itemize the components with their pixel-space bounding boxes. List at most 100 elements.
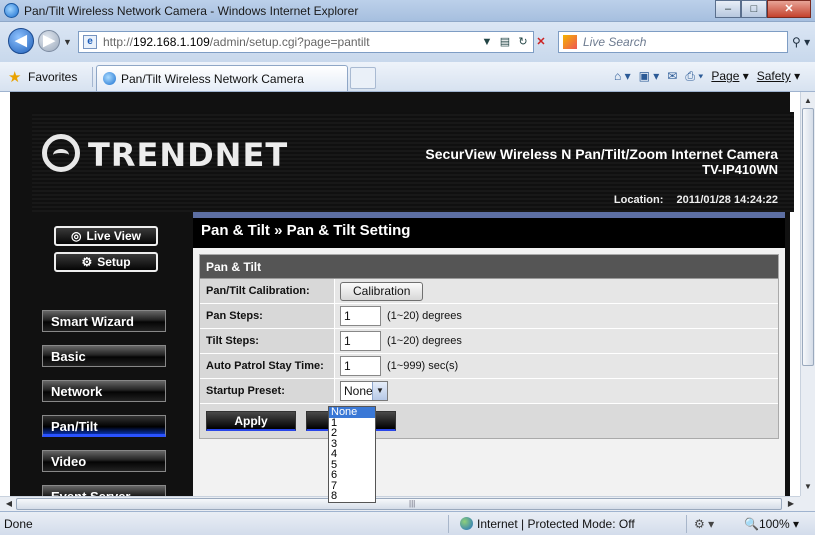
pan-steps-input[interactable]: 1	[340, 306, 381, 326]
trendnet-logo-icon	[42, 134, 80, 172]
patrol-time-input[interactable]: 1	[340, 356, 381, 376]
feeds-icon[interactable]: ▣ ▾	[639, 69, 660, 84]
page-header: TRENDNET SecurView Wireless N Pan/Tilt/Z…	[32, 112, 794, 212]
address-url: http://192.168.1.109/admin/setup.cgi?pag…	[103, 35, 370, 49]
globe-icon	[460, 517, 473, 530]
main-content: Pan & Tilt » Pan & Tilt Setting Pan & Ti…	[193, 212, 785, 496]
startup-preset-options: None 1 2 3 4 5 6 7 8	[328, 406, 376, 503]
tilt-steps-label: Tilt Steps:	[200, 329, 335, 353]
preset-option[interactable]: 6	[329, 470, 375, 481]
sidebar-item-video[interactable]: Video	[42, 450, 166, 472]
security-zone-label: Internet | Protected Mode: Off	[477, 517, 635, 531]
scroll-left-icon[interactable]: ◀	[2, 497, 16, 511]
status-bar: Done Internet | Protected Mode: Off ⚙ ▾ …	[0, 511, 815, 535]
vertical-scrollbar[interactable]: ▲ ▼	[800, 92, 815, 496]
startup-preset-value: None	[344, 384, 373, 398]
print-icon[interactable]: ⎙ ▾	[685, 69, 703, 84]
window-titlebar: Pan/Tilt Wireless Network Camera - Windo…	[0, 0, 815, 22]
product-name: SecurView Wireless N Pan/Tilt/Zoom Inter…	[425, 146, 778, 162]
security-zone[interactable]: Internet | Protected Mode: Off	[460, 517, 635, 531]
refresh-icon[interactable]: ↻	[514, 31, 532, 53]
camera-page: TRENDNET SecurView Wireless N Pan/Tilt/Z…	[10, 92, 794, 496]
sidebar-item-basic[interactable]: Basic	[42, 345, 166, 367]
product-title: SecurView Wireless N Pan/Tilt/Zoom Inter…	[425, 146, 778, 177]
scroll-right-icon[interactable]: ▶	[784, 497, 798, 511]
patrol-time-row: Auto Patrol Stay Time: 1 (1~999) sec(s)	[200, 354, 778, 379]
browser-viewport: TRENDNET SecurView Wireless N Pan/Tilt/Z…	[0, 92, 800, 496]
window-controls: – □ ✕	[715, 0, 811, 19]
horizontal-scrollbar[interactable]: ◀ ||| ▶	[0, 496, 800, 511]
apply-button[interactable]: Apply	[206, 411, 296, 431]
page-icon: e	[83, 35, 97, 49]
history-dropdown-icon[interactable]: ▼	[63, 37, 72, 47]
location-info: Location: 2011/01/28 14:24:22	[604, 194, 778, 206]
chevron-down-icon[interactable]: ▼	[372, 382, 387, 400]
setup-button[interactable]: ⚙ Setup	[54, 252, 158, 272]
sidebar-item-network[interactable]: Network	[42, 380, 166, 402]
scroll-up-icon[interactable]: ▲	[801, 94, 815, 108]
preset-option[interactable]: 8	[329, 491, 375, 502]
scroll-down-icon[interactable]: ▼	[801, 480, 815, 494]
gear-icon: ⚙	[81, 255, 93, 269]
calibration-button[interactable]: Calibration	[340, 281, 424, 301]
page-menu[interactable]: Page ▾	[711, 69, 748, 84]
stop-icon[interactable]: ✕	[532, 31, 550, 53]
zoom-level: 100%	[758, 517, 790, 531]
address-input[interactable]: e http://192.168.1.109/admin/setup.cgi?p…	[78, 31, 534, 53]
address-dropdown-icon[interactable]: ▼	[478, 31, 496, 53]
patrol-time-label: Auto Patrol Stay Time:	[200, 354, 335, 378]
pan-steps-row: Pan Steps: 1 (1~20) degrees	[200, 304, 778, 329]
sidebar-item-smart-wizard[interactable]: Smart Wizard	[42, 310, 166, 332]
compatibility-icon[interactable]: ▤	[496, 31, 514, 53]
grip-icon: |||	[409, 499, 416, 508]
search-placeholder: Live Search	[583, 35, 647, 49]
mail-icon[interactable]: ✉	[667, 69, 677, 84]
pan-tilt-panel: Pan & Tilt Pan/Tilt Calibration: Calibra…	[199, 254, 779, 439]
tilt-steps-input[interactable]: 1	[340, 331, 381, 351]
page-title: Pan & Tilt » Pan & Tilt Setting	[193, 218, 785, 248]
new-tab-button[interactable]	[350, 67, 376, 89]
search-input[interactable]: Live Search	[558, 31, 788, 53]
sidebar: ◎ Live View ⚙ Setup Smart Wizard Basic Net…	[32, 212, 182, 496]
close-button[interactable]: ✕	[767, 0, 811, 18]
back-button[interactable]: ◀	[8, 28, 34, 54]
pan-steps-label: Pan Steps:	[200, 304, 335, 328]
preset-option[interactable]: None	[329, 407, 375, 418]
horizontal-scroll-thumb[interactable]: |||	[16, 498, 782, 510]
brand-logo: TRENDNET	[88, 136, 289, 174]
divider	[448, 515, 449, 533]
settings-icon[interactable]: ⚙ ▾	[694, 517, 714, 531]
safety-menu[interactable]: Safety ▾	[757, 69, 800, 84]
live-search-icon	[563, 35, 577, 49]
sidebar-item-event-server[interactable]: Event Server	[42, 485, 166, 496]
search-icon[interactable]: ⚲ ▾	[792, 35, 810, 49]
scroll-corner	[800, 496, 815, 511]
favorites-button[interactable]: Favorites	[28, 70, 77, 84]
product-model: TV-IP410WN	[702, 162, 778, 177]
maximize-button[interactable]: □	[741, 0, 767, 18]
favorites-star-icon[interactable]: ★	[8, 68, 21, 86]
patrol-time-hint: (1~999) sec(s)	[387, 360, 459, 372]
live-view-button[interactable]: ◎ Live View	[54, 226, 158, 246]
tab-label: Pan/Tilt Wireless Network Camera	[121, 72, 304, 86]
ie-logo-icon	[4, 3, 19, 18]
status-text: Done	[4, 517, 33, 531]
location-label: Location:	[613, 194, 664, 206]
home-icon[interactable]: ⌂ ▾	[614, 69, 631, 84]
tab-camera[interactable]: Pan/Tilt Wireless Network Camera	[96, 65, 348, 91]
startup-preset-select[interactable]: None ▼	[340, 381, 388, 401]
command-bar: ⌂ ▾ ▣ ▾ ✉ ⎙ ▾ Page ▾ Safety ▾	[614, 69, 800, 84]
panel-actions: Apply Cancel	[200, 404, 778, 438]
sidebar-item-pan-tilt[interactable]: Pan/Tilt	[42, 415, 166, 437]
vertical-scroll-thumb[interactable]	[802, 108, 814, 366]
location-value: 2011/01/28 14:24:22	[676, 194, 778, 206]
minimize-button[interactable]: –	[715, 0, 741, 18]
preset-option[interactable]: 2	[329, 428, 375, 439]
preset-option[interactable]: 4	[329, 449, 375, 460]
startup-preset-row: Startup Preset: None ▼	[200, 379, 778, 404]
setup-label: Setup	[97, 255, 131, 269]
tab-ie-icon	[103, 72, 116, 85]
forward-button[interactable]: ▶	[38, 30, 60, 52]
zoom-control[interactable]: 🔍100% ▾	[744, 517, 799, 531]
calibration-row: Pan/Tilt Calibration: Calibration	[200, 279, 778, 304]
